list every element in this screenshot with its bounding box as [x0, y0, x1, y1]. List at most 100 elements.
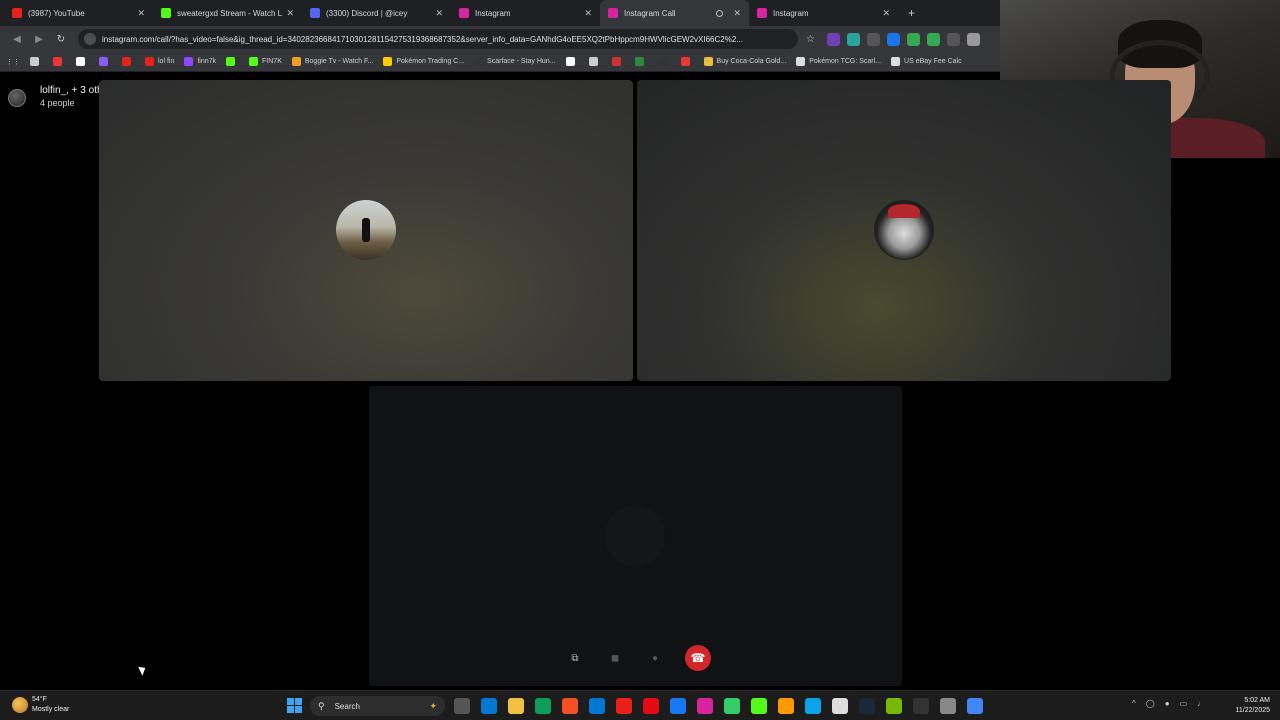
camera-off-icon[interactable]: ◼: [605, 648, 625, 668]
extension-icon[interactable]: [946, 32, 960, 46]
search-icon: ⚲: [318, 700, 325, 711]
bookmark-star-icon[interactable]: ☆: [806, 34, 815, 45]
call-controls: ⧉ ◼ ● ☎: [565, 645, 711, 671]
taskbar-app-icon[interactable]: [859, 698, 875, 714]
bookmark-item[interactable]: lol fin: [145, 57, 174, 66]
taskbar-app-icon[interactable]: [751, 698, 767, 714]
taskbar-app-icon[interactable]: [643, 698, 659, 714]
reload-icon[interactable]: ↻: [50, 34, 72, 45]
extension-icon[interactable]: [966, 32, 980, 46]
extension-icon[interactable]: [926, 32, 940, 46]
bookmark-favicon-icon: [99, 57, 108, 66]
close-tab-icon[interactable]: ✕: [286, 8, 294, 19]
bookmark-item[interactable]: US eBay Fee Calc: [891, 57, 962, 66]
taskbar-app-icon[interactable]: [454, 698, 470, 714]
network-icon[interactable]: ◯: [1146, 699, 1155, 708]
clock-date: 11/22/2025: [1235, 707, 1270, 714]
bookmark-label: Boggie Tv - Watch F...: [304, 58, 374, 65]
apps-grid-icon[interactable]: ⋮⋮: [6, 58, 20, 66]
extension-icon[interactable]: [886, 32, 900, 46]
browser-tab[interactable]: (3300) Discord | @icey ✕: [302, 0, 451, 26]
forward-icon[interactable]: ▶: [28, 34, 50, 45]
url-bar[interactable]: instagram.com/call/?has_video=false&ig_t…: [78, 29, 798, 49]
extension-icon[interactable]: [846, 32, 860, 46]
taskbar-app-icon[interactable]: [508, 698, 524, 714]
windows-start-icon[interactable]: [287, 698, 302, 713]
bookmark-item[interactable]: [76, 57, 89, 66]
browser-tab[interactable]: sweatergxd Stream - Watch Live ✕: [153, 0, 302, 26]
group-avatar[interactable]: [8, 89, 26, 107]
taskbar-app-icon[interactable]: [967, 698, 983, 714]
browser-tab[interactable]: (3987) YouTube ✕: [4, 0, 153, 26]
monitor-icon[interactable]: ▭: [1180, 699, 1188, 708]
back-icon[interactable]: ◀: [6, 34, 28, 45]
bookmark-item[interactable]: [680, 57, 694, 66]
mic-tray-icon[interactable]: ●: [1165, 699, 1170, 708]
share-screen-icon[interactable]: ⧉: [565, 648, 585, 668]
bookmark-label: lol fin: [158, 58, 175, 65]
volume-icon[interactable]: ♩: [1197, 699, 1205, 708]
self-tile[interactable]: ⧉ ◼ ● ☎: [369, 386, 902, 686]
bookmark-item[interactable]: [634, 57, 648, 66]
close-tab-icon[interactable]: ✕: [435, 8, 443, 19]
tab-title: sweatergxd Stream - Watch Live: [177, 8, 283, 18]
close-tab-icon[interactable]: ✕: [882, 8, 890, 19]
taskbar-app-icon[interactable]: [724, 698, 740, 714]
weather-widget[interactable]: 54°F Mostly clear: [12, 695, 69, 715]
bookmark-item[interactable]: [588, 57, 602, 66]
taskbar-app-icon[interactable]: [616, 698, 632, 714]
taskbar-app-icon[interactable]: [670, 698, 686, 714]
chevron-up-icon[interactable]: ^: [1132, 699, 1136, 708]
bookmark-item[interactable]: [99, 57, 112, 66]
taskbar-app-icon[interactable]: [886, 698, 902, 714]
new-tab-button[interactable]: +: [908, 6, 915, 20]
instagram-icon: [757, 8, 767, 18]
clock[interactable]: 5:02 AM 11/22/2025: [1226, 696, 1270, 716]
taskbar-search[interactable]: ⚲ Search ✦: [310, 696, 445, 716]
taskbar-app-icon[interactable]: [832, 698, 848, 714]
bookmark-item[interactable]: Pokémon TCG: Scarl...: [796, 57, 881, 66]
taskbar-app-icon[interactable]: [562, 698, 578, 714]
bookmark-item[interactable]: FIN7K: [249, 57, 282, 66]
taskbar-app-icon[interactable]: [940, 698, 956, 714]
close-tab-icon[interactable]: ✕: [137, 8, 145, 19]
browser-tab[interactable]: Instagram Call ✕: [600, 0, 749, 26]
taskbar-app-icon[interactable]: [778, 698, 794, 714]
bookmark-item[interactable]: [53, 57, 66, 66]
taskbar-app-icon[interactable]: [481, 698, 497, 714]
mic-icon[interactable]: ●: [645, 648, 665, 668]
bookmark-item[interactable]: [657, 57, 671, 66]
bookmark-item[interactable]: Pokémon Trading C...: [383, 57, 464, 66]
bookmark-favicon-icon: [122, 57, 131, 66]
taskbar-app-icon[interactable]: [697, 698, 713, 714]
bookmark-item[interactable]: [565, 57, 579, 66]
pinned-apps: [454, 698, 983, 714]
bookmark-item[interactable]: Buy Coca-Cola Gold...: [703, 57, 786, 66]
bookmark-item[interactable]: [30, 57, 43, 66]
bookmark-item[interactable]: Scarface - Stay Hun...: [474, 57, 556, 66]
bookmark-item[interactable]: finn7k: [184, 57, 216, 66]
kick-icon: [161, 8, 171, 18]
extension-icon[interactable]: [906, 32, 920, 46]
extension-icon[interactable]: [866, 32, 880, 46]
close-tab-icon[interactable]: ✕: [584, 8, 592, 19]
browser-tab[interactable]: Instagram ✕: [451, 0, 600, 26]
taskbar-app-icon[interactable]: [805, 698, 821, 714]
extension-icon[interactable]: [826, 32, 840, 46]
bookmark-item[interactable]: Boggie Tv - Watch F...: [291, 57, 374, 66]
tab-title: Instagram: [475, 8, 511, 18]
taskbar-app-icon[interactable]: [535, 698, 551, 714]
taskbar-app-icon[interactable]: [589, 698, 605, 714]
bookmark-favicon-icon: [703, 57, 713, 66]
participant-tile[interactable]: [99, 80, 633, 381]
participant-avatar: [874, 200, 934, 260]
close-tab-icon[interactable]: ✕: [733, 8, 741, 19]
taskbar-app-icon[interactable]: [913, 698, 929, 714]
site-info-icon[interactable]: [84, 33, 96, 45]
bookmark-item[interactable]: [122, 57, 135, 66]
browser-tab[interactable]: Instagram ✕: [749, 0, 898, 26]
end-call-button[interactable]: ☎: [685, 645, 711, 671]
bookmark-item[interactable]: [611, 57, 625, 66]
bookmark-item[interactable]: [226, 57, 239, 66]
participant-tile[interactable]: [637, 80, 1171, 381]
